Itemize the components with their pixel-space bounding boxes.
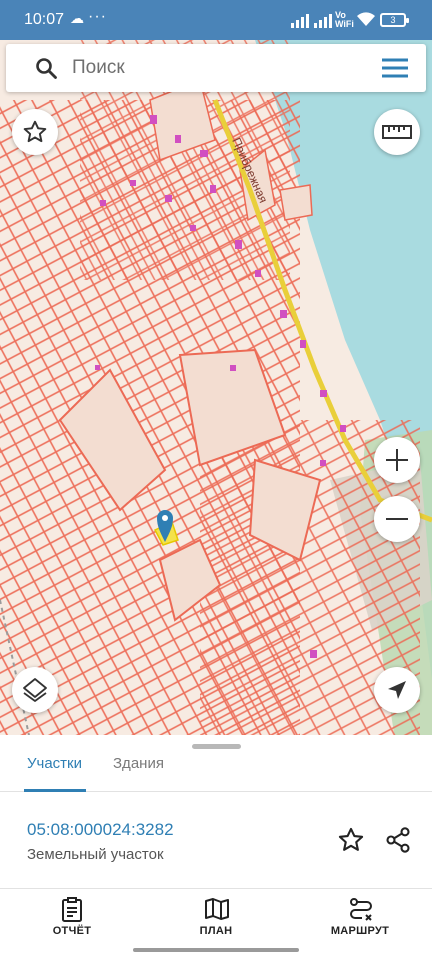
route-icon [350,898,372,921]
active-tab-indicator [24,789,86,792]
share-icon[interactable] [384,826,412,854]
tab-buildings[interactable]: Здания [113,755,164,772]
favorites-button[interactable] [12,109,58,155]
minus-icon [386,518,408,520]
nav-route-label: МАРШРУТ [330,925,390,937]
cloud-icon: ☁ [70,10,84,26]
layers-button[interactable] [12,667,58,713]
cadastral-number[interactable]: 05:08:000024:3282 [27,820,174,840]
tab-bar: Участки Здания [0,740,432,792]
map-icon [205,898,229,920]
signal-icon [291,14,309,28]
plus-icon [386,449,408,471]
menu-icon[interactable] [380,56,410,80]
signal-icon-2 [314,14,332,28]
navigation-arrow-icon [388,681,406,699]
nav-report-label: ОТЧЁТ [52,925,92,937]
tab-parcels[interactable]: Участки [27,755,82,772]
ruler-button[interactable] [374,109,420,155]
search-input[interactable] [72,52,352,84]
add-favorite-star-icon[interactable] [337,826,365,854]
cadastral-map[interactable]: Прибрежная [0,40,432,740]
map-canvas[interactable]: Прибрежная [0,40,432,740]
status-time: 10:07 [24,11,65,28]
home-indicator[interactable] [133,948,299,952]
parcel-type: Земельный участок [27,846,164,863]
battery-icon: 3 [380,13,409,27]
zoom-out-button[interactable] [374,496,420,542]
nav-route[interactable]: МАРШРУТ [305,889,415,945]
zoom-in-button[interactable] [374,437,420,483]
ruler-icon [382,125,412,139]
status-more: ··· [88,8,107,25]
search-icon[interactable] [34,56,58,80]
nav-plan-label: ПЛАН [199,925,233,937]
nav-report[interactable]: ОТЧЁТ [17,889,127,945]
my-location-button[interactable] [374,667,420,713]
nav-plan[interactable]: ПЛАН [161,889,271,945]
wifi-label: WiFi [335,19,354,29]
star-icon [23,120,47,143]
status-bar: 10:07 ☁ ··· Vo WiFi 3 [0,0,432,40]
wifi-icon [357,12,375,26]
layers-icon [23,678,47,702]
volte-indicator: Vo WiFi [335,11,354,29]
search-bar [6,44,426,92]
clipboard-icon [62,897,82,922]
